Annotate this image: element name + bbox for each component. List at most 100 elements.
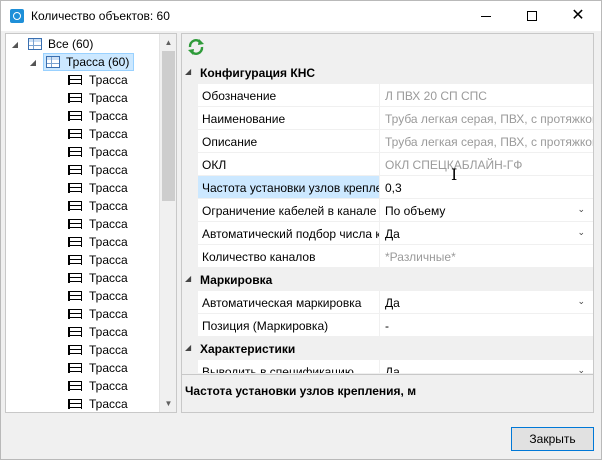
scroll-down-icon[interactable]: ▼ [160,395,176,412]
tree-node-label: Трасса [89,127,128,141]
property-name: Описание [198,130,379,153]
tree-node-trassa[interactable]: Трасса [68,71,128,89]
tree-node-label: Трасса [89,379,128,393]
collapse-icon[interactable]: ◢ [10,40,20,49]
tree-node-trassa[interactable]: Трасса [68,269,128,287]
tree-node-trassa-group[interactable]: ◢ Трасса (60) [28,53,135,71]
route-icon [68,92,82,104]
text-cursor-icon: I [451,165,458,184]
selected-tree-node[interactable]: Трасса (60) [43,53,135,71]
tree-node-trassa[interactable]: Трасса [68,377,128,395]
property-row-description[interactable]: Описание Труба легкая серая, ПВХ, с прот… [182,130,593,153]
property-value-select[interactable]: Да ⌄ [379,222,593,245]
app-icon [10,9,24,23]
tree-node-label: Трасса [89,199,128,213]
minimize-button[interactable] [463,1,509,31]
tree-node-label: Трасса [89,181,128,195]
property-row-designation[interactable]: Обозначение Л ПВХ 20 СП СПС [182,84,593,107]
tree-node-label: Трасса [89,235,128,249]
property-description-pane: Частота установки узлов крепления, м [182,374,593,412]
property-row-title[interactable]: Наименование Труба легкая серая, ПВХ, с … [182,107,593,130]
property-name: ОКЛ [198,153,379,176]
maximize-icon [527,11,537,21]
tree-node-trassa[interactable]: Трасса [68,215,128,233]
property-row-frequency[interactable]: Частота установки узлов крепления, м 0,3 [182,176,593,199]
tree-node-label: Трасса [89,325,128,339]
property-value: *Различные* [379,245,593,268]
chevron-down-icon[interactable]: ⌄ [577,204,585,215]
tree-node-trassa[interactable]: Трасса [68,251,128,269]
tree-scrollbar[interactable]: ▲ ▼ [159,34,176,412]
tree-node-trassa[interactable]: Трасса [68,143,128,161]
selected-option: Да [385,227,400,241]
property-name: Обозначение [198,84,379,107]
property-value: Труба легкая серая, ПВХ, с протяжкой [379,107,593,130]
property-row-auto-select[interactable]: Автоматический подбор числа каналов Да ⌄ [182,222,593,245]
route-icon [68,146,82,158]
property-value: Л ПВХ 20 СП СПС [379,84,593,107]
chevron-down-icon[interactable]: ⌄ [577,365,585,373]
tree-node-trassa[interactable]: Трасса [68,197,128,215]
property-value-select[interactable]: По объему ⌄ [379,199,593,222]
property-value-input[interactable]: 0,3 [379,176,593,199]
tree-node-trassa[interactable]: Трасса [68,395,128,412]
title-bar: Количество объектов: 60 ✕ [1,1,601,31]
property-row-okl[interactable]: ОКЛ ОКЛ СПЕЦКАБЛАЙН-ГФ [182,153,593,176]
maximize-button[interactable] [509,1,555,31]
route-icon [68,380,82,392]
table-icon [46,56,60,68]
collapse-icon[interactable]: ◢ [28,58,38,67]
tree-node-label: Трасса [89,343,128,357]
property-name: Количество каналов [198,245,379,268]
tree-node-label: Трасса [89,91,128,105]
close-window-button[interactable]: ✕ [555,1,601,31]
property-value[interactable]: - [379,314,593,337]
tree-node-trassa[interactable]: Трасса [68,341,128,359]
tree-node-trassa[interactable]: Трасса [68,107,128,125]
close-button[interactable]: Закрыть [511,427,594,451]
property-row-auto-marking[interactable]: Автоматическая маркировка Да ⌄ [182,291,593,314]
property-value: ОКЛ СПЕЦКАБЛАЙН-ГФ [379,153,593,176]
tree-node-trassa[interactable]: Трасса [68,233,128,251]
property-row-in-spec[interactable]: Выводить в спецификацию Да ⌄ [182,360,593,373]
chevron-down-icon[interactable]: ⌄ [577,227,585,238]
tree-node-trassa[interactable]: Трасса [68,359,128,377]
refresh-icon[interactable] [187,38,205,56]
property-grid: ◢ Конфигурация КНС Обозначение Л ПВХ 20 … [181,33,594,413]
tree-node-trassa[interactable]: Трасса [68,287,128,305]
tree-node-label: Все (60) [48,37,94,51]
tree-node-trassa[interactable]: Трасса [68,305,128,323]
collapse-icon[interactable]: ◢ [185,274,191,283]
property-name: Наименование [198,107,379,130]
collapse-icon[interactable]: ◢ [185,343,191,352]
scroll-up-icon[interactable]: ▲ [160,34,176,51]
property-value-select[interactable]: Да ⌄ [379,291,593,314]
property-row-cable-limit[interactable]: Ограничение кабелей в канале По объему ⌄ [182,199,593,222]
property-name: Позиция (Маркировка) [198,314,379,337]
tree-node-label: Трасса [89,253,128,267]
tree-node-trassa[interactable]: Трасса [68,179,128,197]
property-name: Частота установки узлов крепления, м [198,176,379,199]
chevron-down-icon[interactable]: ⌄ [577,296,585,307]
collapse-icon[interactable]: ◢ [185,67,191,76]
tree-node-trassa[interactable]: Трасса [68,125,128,143]
category-marking[interactable]: ◢ Маркировка [182,268,593,291]
tree-node-label: Трасса [89,397,128,411]
property-value-select[interactable]: Да ⌄ [379,360,593,373]
category-specs[interactable]: ◢ Характеристики [182,337,593,360]
property-row-channels[interactable]: Количество каналов *Различные* [182,245,593,268]
selected-option: По объему [385,204,446,218]
tree-node-label: Трасса [89,289,128,303]
property-name: Автоматическая маркировка [198,291,379,314]
route-icon [68,290,82,302]
table-icon [28,38,42,50]
tree-node-all[interactable]: ◢ Все (60) [10,35,93,53]
property-name: Выводить в спецификацию [198,360,379,373]
category-config[interactable]: ◢ Конфигурация КНС [182,61,593,84]
property-row-position[interactable]: Позиция (Маркировка) - [182,314,593,337]
scroll-thumb[interactable] [162,51,175,201]
tree-node-trassa[interactable]: Трасса [68,323,128,341]
tree-node-trassa[interactable]: Трасса [68,89,128,107]
tree-node-label: Трасса [89,145,128,159]
tree-node-trassa[interactable]: Трасса [68,161,128,179]
